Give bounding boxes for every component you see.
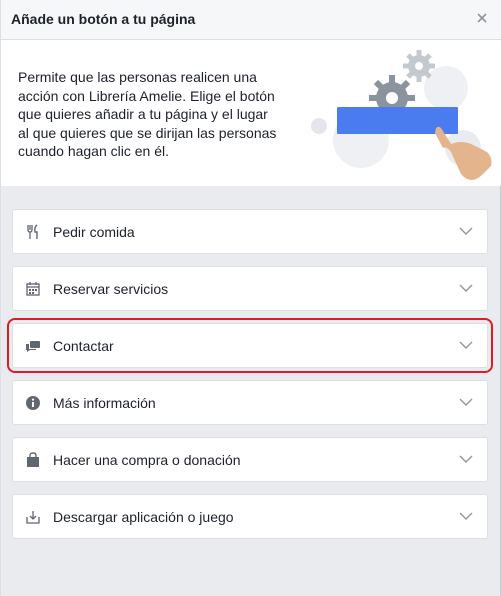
intro-description: Permite que las personas realicen una ac… xyxy=(18,69,277,159)
dialog-title: Añade un botón a tu página xyxy=(11,11,196,27)
intro-section: Permite que las personas realicen una ac… xyxy=(1,40,501,186)
option-shop-donate[interactable]: Hacer una compra o donación xyxy=(12,437,488,482)
chevron-down-icon xyxy=(459,512,473,520)
chevron-down-icon xyxy=(459,455,473,463)
chevron-down-icon xyxy=(459,341,473,349)
close-icon[interactable] xyxy=(475,11,489,25)
info-icon xyxy=(26,396,40,410)
option-contact[interactable]: Contactar xyxy=(7,318,493,373)
download-icon xyxy=(26,511,40,524)
chevron-down-icon xyxy=(459,398,473,406)
option-label: Pedir comida xyxy=(53,224,135,240)
button-illustration xyxy=(311,50,492,180)
option-more-info[interactable]: Más información xyxy=(12,380,488,425)
chat-icon xyxy=(26,341,40,352)
option-label: Descargar aplicación o juego xyxy=(53,509,234,525)
calendar-icon xyxy=(26,282,40,296)
option-book-services[interactable]: Reservar servicios xyxy=(12,266,488,311)
shopping-bag-icon xyxy=(27,452,39,467)
chevron-down-icon xyxy=(459,284,473,292)
option-label: Hacer una compra o donación xyxy=(53,452,241,468)
dialog-header: Añade un botón a tu página xyxy=(1,0,501,40)
add-button-dialog: Añade un botón a tu página Permite que l… xyxy=(0,0,501,596)
fork-knife-icon xyxy=(27,224,38,239)
chevron-down-icon xyxy=(459,227,473,235)
option-label: Reservar servicios xyxy=(53,281,169,297)
option-label: Más información xyxy=(53,395,156,411)
option-download-app[interactable]: Descargar aplicación o juego xyxy=(12,494,488,539)
option-label: Contactar xyxy=(53,338,114,354)
option-order-food[interactable]: Pedir comida xyxy=(12,209,488,254)
